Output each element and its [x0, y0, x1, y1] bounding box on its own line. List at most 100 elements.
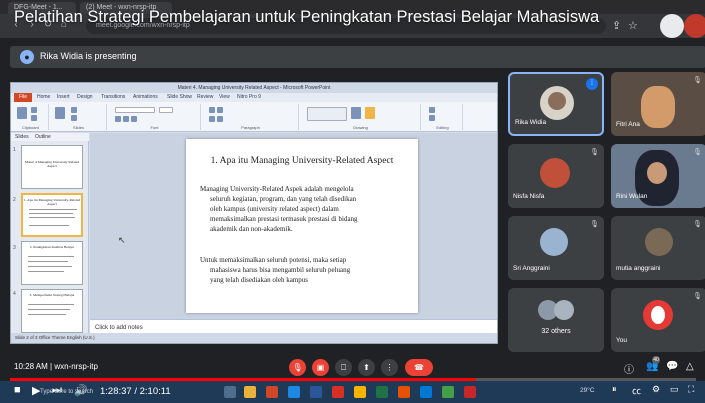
participant-tile-sri[interactable]: 🎙 Sri Anggraini: [508, 216, 604, 280]
ppt-tab-home[interactable]: Home: [37, 94, 50, 100]
fullscreen-icon[interactable]: ⛶: [688, 384, 694, 395]
taskbar-search[interactable]: Type here to search: [40, 389, 93, 395]
slides-tab[interactable]: Slides: [15, 134, 29, 140]
ppt-tab-view[interactable]: View: [219, 94, 230, 100]
windows-start-icon[interactable]: ■: [14, 384, 21, 396]
slide-line: mahasiswa harus bisa mengambil seluruh p…: [210, 266, 351, 274]
app-icon[interactable]: [398, 386, 410, 398]
captions-button[interactable]: ⎕: [335, 359, 352, 376]
paste-icon[interactable]: [17, 107, 27, 119]
file-explorer-icon[interactable]: [244, 386, 256, 398]
font-size-select[interactable]: [159, 107, 173, 113]
participant-tile-fitri[interactable]: 🎙 Fitri Ana: [611, 72, 705, 136]
outline-tab[interactable]: Outline: [35, 134, 51, 140]
participant-tile-others[interactable]: 32 others: [508, 288, 604, 352]
current-slide[interactable]: 1. Apa itu Managing University-Related A…: [186, 139, 418, 313]
chat-icon[interactable]: 💬: [666, 361, 678, 372]
settings-gear-icon[interactable]: ⚙: [652, 384, 660, 395]
miniplayer-icon[interactable]: ▭: [670, 384, 679, 395]
more-options-icon[interactable]: ⋮: [381, 359, 398, 376]
share-icon[interactable]: ⇪: [612, 14, 621, 38]
info-icon[interactable]: ⓘ: [624, 361, 634, 376]
camera-toggle-button[interactable]: ▣: [312, 359, 329, 376]
store-icon[interactable]: [420, 386, 432, 398]
mic-off-icon: 🎙: [590, 221, 599, 228]
numbering-icon[interactable]: [217, 107, 223, 113]
new-slide-icon[interactable]: [55, 107, 65, 119]
arrange-icon[interactable]: [351, 107, 361, 119]
meeting-time-code: 10:28 AM | wxn-nrsp-itp: [14, 362, 98, 371]
bold-icon[interactable]: [115, 116, 121, 122]
ppt-file-tab[interactable]: File: [14, 93, 32, 102]
quick-styles-icon[interactable]: [365, 107, 375, 119]
whatsapp-icon[interactable]: [442, 386, 454, 398]
ribbon-label-slides: Slides: [73, 125, 84, 130]
ppt-window-title: Materi 4. Managing University Related As…: [11, 83, 497, 93]
slide-thumbnail-3[interactable]: 2. Peningkatan Kualitas Belajar: [21, 241, 83, 285]
video-time: 1:28:37 / 2:10:11: [100, 386, 171, 397]
slide-line: yang telah disediakan oleh kampus: [210, 276, 308, 284]
ribbon-label-paragraph: Paragraph: [241, 125, 260, 130]
underline-icon[interactable]: [131, 116, 137, 122]
powerpoint-icon[interactable]: [266, 386, 278, 398]
replace-icon[interactable]: [429, 115, 435, 121]
thumb-number: 4: [13, 291, 16, 297]
slide-line: Untuk memaksimalkan seluruh potensi, mak…: [200, 256, 347, 264]
watch-later-icon[interactable]: [660, 14, 684, 38]
layout-icon[interactable]: [71, 107, 77, 113]
slide-thumbnail-4[interactable]: 3. Memperbaiki Strategi Belajar: [21, 289, 83, 333]
edge-icon[interactable]: [288, 386, 300, 398]
cut-icon[interactable]: [31, 107, 37, 113]
mic-toggle-button[interactable]: 🎙: [289, 359, 306, 376]
slide-title: 1. Apa itu Managing University-Related A…: [210, 155, 394, 166]
presenting-banner: ● Rika Widia is presenting: [10, 46, 705, 68]
avatar: [540, 228, 568, 256]
pause-icon[interactable]: ⏸: [612, 384, 617, 395]
slide-line: Managing University-Related Aspek adalah…: [200, 185, 354, 193]
word-icon[interactable]: [310, 386, 322, 398]
thumb-text-line: [29, 225, 69, 226]
copy-icon[interactable]: [31, 115, 37, 121]
activities-icon[interactable]: △: [686, 361, 694, 372]
youtube-icon[interactable]: [464, 386, 476, 398]
align-left-icon[interactable]: [209, 116, 215, 122]
ppt-tab-nitro[interactable]: Nitro Pro 9: [237, 94, 261, 100]
captions-icon[interactable]: ㏄: [632, 384, 641, 397]
avatar: [540, 158, 570, 188]
chrome-icon[interactable]: [354, 386, 366, 398]
align-center-icon[interactable]: [217, 116, 223, 122]
star-icon[interactable]: ☆: [628, 14, 638, 38]
ribbon-group-drawing: Drawing: [301, 104, 421, 130]
ppt-tab-design[interactable]: Design: [77, 94, 93, 100]
taskview-icon[interactable]: [224, 386, 236, 398]
participant-name: Rini Wulan: [616, 193, 648, 200]
participant-tile-mutia[interactable]: 🎙 mutia anggraini: [611, 216, 705, 280]
italic-icon[interactable]: [123, 116, 129, 122]
mic-off-icon: 🎙: [693, 293, 702, 300]
reset-icon[interactable]: [71, 115, 77, 121]
ppt-tab-animations[interactable]: Animations: [133, 94, 158, 100]
slide-thumbnail-2[interactable]: 1. Apa itu Managing University-Related A…: [21, 193, 83, 237]
font-name-select[interactable]: [115, 107, 155, 113]
excel-icon[interactable]: [376, 386, 388, 398]
slide-thumbnail-1[interactable]: Materi 4 Managing University Related Asp…: [21, 145, 83, 189]
channel-avatar[interactable]: [684, 14, 705, 38]
find-icon[interactable]: [429, 107, 435, 113]
end-call-button[interactable]: ☎: [405, 359, 433, 376]
acrobat-icon[interactable]: [332, 386, 344, 398]
participant-tile-rika[interactable]: ⁞ Rika Widia: [508, 72, 604, 136]
ppt-tab-insert[interactable]: Insert: [57, 94, 70, 100]
ppt-tab-review[interactable]: Review: [197, 94, 213, 100]
thumb-number: 2: [13, 197, 16, 203]
participant-tile-nisfa[interactable]: 🎙 Nisfa Nisfa: [508, 144, 604, 208]
bullets-icon[interactable]: [209, 107, 215, 113]
participant-tile-you[interactable]: 🎙 You: [611, 288, 705, 352]
thumb-text-line: [28, 266, 72, 267]
ppt-tab-transitions[interactable]: Transitions: [101, 94, 125, 100]
participant-tile-rini[interactable]: 🎙 Rini Wulan: [611, 144, 705, 208]
ppt-tab-slideshow[interactable]: Slide Show: [167, 94, 192, 100]
shapes-gallery[interactable]: [307, 107, 347, 121]
participant-name: Nisfa Nisfa: [513, 193, 545, 200]
present-button[interactable]: ⬆: [358, 359, 375, 376]
slide-paragraph-1: Managing University-Related Aspek adalah…: [200, 184, 410, 234]
